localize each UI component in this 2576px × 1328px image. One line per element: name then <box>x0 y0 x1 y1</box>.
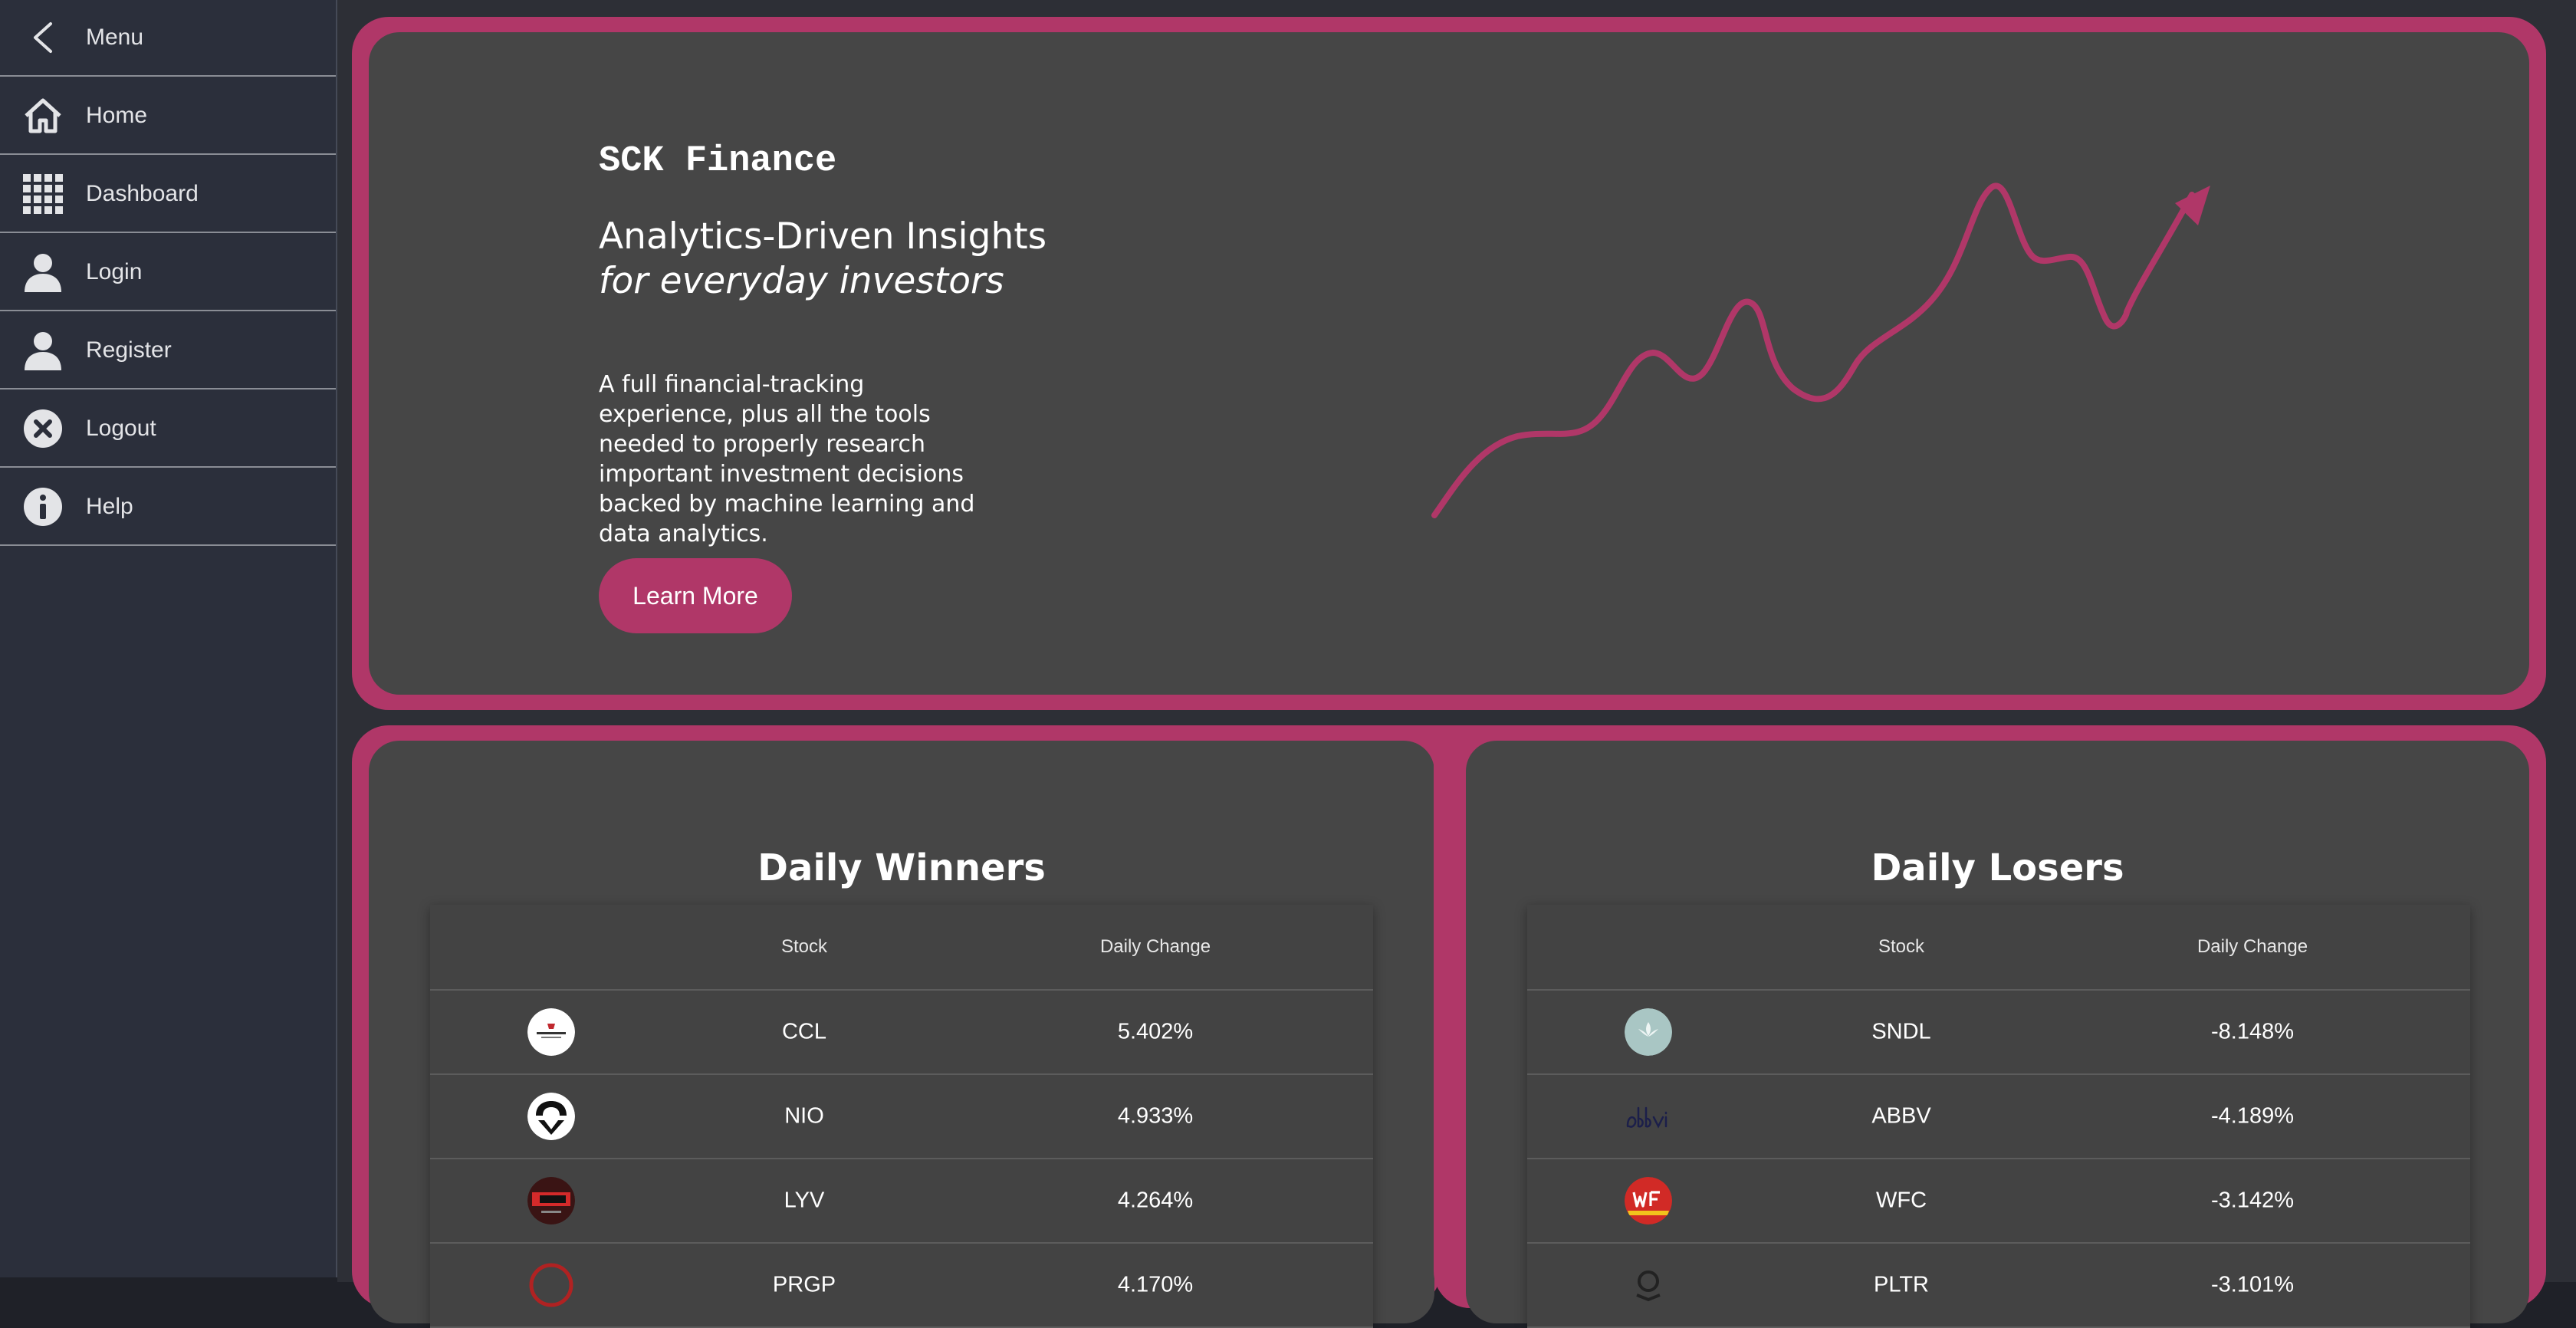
table-row[interactable]: NIO 4.933% <box>430 1075 1373 1159</box>
sidebar-item-label: Logout <box>86 416 156 441</box>
stock-symbol: LYV <box>784 1188 825 1213</box>
daily-winners-card: Daily Winners Stock Daily Change CCL 5.4… <box>369 741 1434 1328</box>
learn-more-button[interactable]: Learn More <box>599 558 792 633</box>
palantir-logo <box>1625 1261 1672 1309</box>
daily-change: -3.142% <box>2210 1188 2295 1213</box>
daily-change: -3.101% <box>2210 1272 2295 1297</box>
sidebar-item-label: Help <box>86 494 133 519</box>
table-row[interactable]: WFC -3.142% <box>1527 1159 2470 1244</box>
hero-banner: SCK Finance Analytics-Driven Insights fo… <box>352 17 2546 710</box>
table-row[interactable]: PRGP 4.170% <box>430 1244 1373 1328</box>
close-circle-icon <box>21 407 64 450</box>
home-icon <box>21 94 64 137</box>
user-icon <box>21 329 64 372</box>
table-row[interactable]: PLTR -3.101% <box>1527 1244 2470 1328</box>
sidebar-item-label: Register <box>86 337 172 363</box>
daily-winners-title: Daily Winners <box>757 846 1046 889</box>
headline-main: Analytics-Driven Insights <box>599 215 1047 258</box>
hero-card: SCK Finance Analytics-Driven Insights fo… <box>369 32 2529 695</box>
info-icon <box>21 485 64 528</box>
daily-change: 4.933% <box>1117 1103 1194 1129</box>
daily-losers-card: Daily Losers Stock Daily Change SNDL -8.… <box>1466 741 2529 1328</box>
sidebar-item-menu[interactable]: Menu <box>0 0 336 77</box>
sidebar-item-dashboard[interactable]: Dashboard <box>0 156 336 233</box>
table-row[interactable]: CCL 5.402% <box>430 991 1373 1075</box>
table-header: Stock Daily Change <box>430 905 1373 991</box>
abbvie-logo <box>1625 1093 1672 1140</box>
sidebar-menu: Menu Home Dashboard Login Register Logou… <box>0 0 337 1277</box>
sidebar-item-label: Home <box>86 103 148 128</box>
daily-change: 4.264% <box>1117 1188 1194 1213</box>
back-chevron-icon <box>21 16 64 59</box>
daily-change: 4.170% <box>1117 1272 1194 1297</box>
headline-italic: for everyday investors <box>599 260 1004 302</box>
grid-icon <box>21 173 64 215</box>
brand-title: SCK Finance <box>599 141 837 182</box>
losers-table: Stock Daily Change SNDL -8.148% ABBV -4.… <box>1527 905 2470 1328</box>
column-header-stock: Stock <box>1878 936 1925 957</box>
growth-chart-illustration <box>1431 182 2210 518</box>
live-nation-logo <box>527 1177 575 1224</box>
user-icon <box>21 251 64 294</box>
column-header-stock: Stock <box>780 936 828 957</box>
sidebar-item-login[interactable]: Login <box>0 235 336 311</box>
sidebar-item-logout[interactable]: Logout <box>0 391 336 468</box>
red-logo <box>527 1261 575 1309</box>
table-row[interactable]: ABBV -4.189% <box>1527 1075 2470 1159</box>
stock-symbol: WFC <box>1875 1188 1927 1213</box>
sidebar-item-help[interactable]: Help <box>0 469 336 546</box>
hero-description: A full financial-tracking experience, pl… <box>599 371 975 547</box>
sidebar-item-label: Login <box>86 259 143 284</box>
hero-headline: Analytics-Driven Insights for everyday i… <box>599 215 1046 304</box>
wells-fargo-logo <box>1625 1177 1672 1224</box>
nio-logo <box>527 1093 575 1140</box>
sidebar-item-register[interactable]: Register <box>0 313 336 390</box>
stock-symbol: NIO <box>784 1103 824 1129</box>
table-row[interactable]: SNDL -8.148% <box>1527 991 2470 1075</box>
daily-losers-title: Daily Losers <box>1871 846 2124 889</box>
sidebar-item-label: Menu <box>86 25 144 50</box>
column-header-daily-change: Daily Change <box>1099 936 1211 957</box>
sidebar-item-label: Dashboard <box>86 181 199 206</box>
sidebar-item-home[interactable]: Home <box>0 78 336 155</box>
daily-losers-panel: Daily Losers Stock Daily Change SNDL -8.… <box>1434 725 2546 1328</box>
carnival-logo <box>527 1008 575 1056</box>
stock-symbol: CCL <box>781 1019 827 1044</box>
table-header: Stock Daily Change <box>1527 905 2470 991</box>
column-header-daily-change: Daily Change <box>2196 936 2308 957</box>
stock-symbol: PLTR <box>1874 1272 1929 1297</box>
daily-winners-panel: Daily Winners Stock Daily Change CCL 5.4… <box>352 725 1441 1328</box>
winners-table: Stock Daily Change CCL 5.402% NIO 4.933% <box>430 905 1373 1328</box>
daily-change: -4.189% <box>2210 1103 2295 1129</box>
daily-change: 5.402% <box>1117 1019 1194 1044</box>
daily-change: -8.148% <box>2210 1019 2295 1044</box>
stock-symbol: PRGP <box>772 1272 836 1297</box>
stock-symbol: ABBV <box>1871 1103 1931 1129</box>
sundial-logo <box>1625 1008 1672 1056</box>
table-row[interactable]: LYV 4.264% <box>430 1159 1373 1244</box>
stock-symbol: SNDL <box>1871 1019 1931 1044</box>
